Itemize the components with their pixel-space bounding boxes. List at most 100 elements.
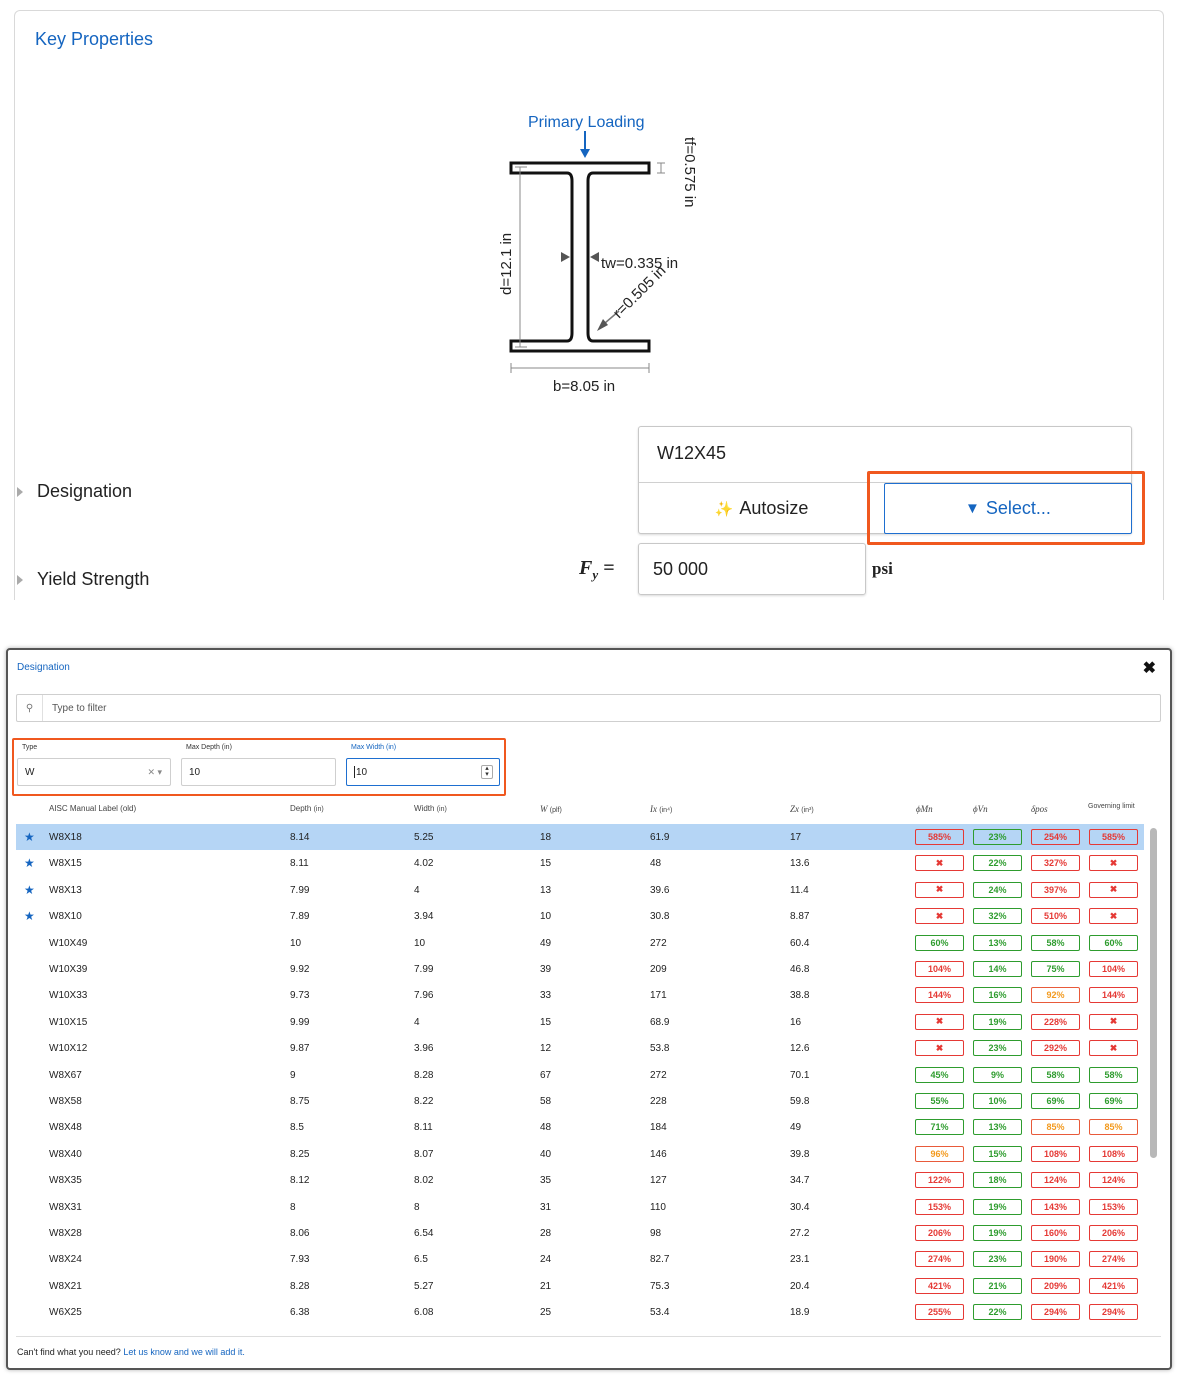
badge-gov: 153% bbox=[1089, 1198, 1138, 1215]
cell-label: W8X31 bbox=[49, 1201, 82, 1213]
table-row[interactable]: W6X25 6.38 6.08 25 53.4 18.9 255% 22% 294% 294% bbox=[16, 1299, 1144, 1324]
table-row[interactable]: W8X40 8.25 8.07 40 146 39.8 96% 15% 108% 108% bbox=[16, 1141, 1144, 1167]
col-header-width[interactable]: Width (in) bbox=[414, 804, 447, 813]
table-row[interactable]: W10X39 9.92 7.99 39 209 46.8 104% 14% 75% 104% bbox=[16, 956, 1144, 982]
table-row[interactable]: W8X31 8 8 31 110 30.4 153% 19% 143% 153% bbox=[16, 1194, 1144, 1220]
cell-ix: 171 bbox=[650, 990, 667, 1002]
badge-gov: 144% bbox=[1089, 987, 1138, 1004]
badge-vn: 19% bbox=[973, 1225, 1022, 1241]
type-filter-label: Type bbox=[22, 744, 38, 751]
table-row[interactable]: W8X28 8.06 6.54 28 98 27.2 206% 19% 160% 206% bbox=[16, 1220, 1144, 1246]
cell-zx: 59.8 bbox=[790, 1096, 810, 1107]
add-section-link[interactable]: Let us know and we will add it. bbox=[123, 1347, 245, 1357]
designation-row-toggle[interactable]: Designation bbox=[15, 481, 132, 502]
star-icon[interactable]: ★ bbox=[24, 909, 35, 923]
badge-mn: 122% bbox=[915, 1172, 964, 1189]
badge-mn: ✖ bbox=[915, 1040, 964, 1057]
col-header-ix[interactable]: Ix (in⁴) bbox=[650, 804, 672, 814]
scrollbar[interactable] bbox=[1150, 828, 1157, 1158]
badge-vn: 23% bbox=[973, 1040, 1022, 1057]
col-header-vn[interactable]: ϕVn bbox=[973, 804, 988, 814]
col-header-dpos[interactable]: δpos bbox=[1031, 804, 1048, 814]
star-icon[interactable]: ★ bbox=[24, 883, 35, 897]
table-row[interactable]: ★ W8X15 8.11 4.02 15 48 13.6 ✖ 22% 327% ✖ bbox=[16, 850, 1144, 876]
col-header-mn[interactable]: ϕMn bbox=[916, 804, 933, 814]
cell-zx: 11.4 bbox=[790, 884, 809, 896]
table-row[interactable]: ★ W8X10 7.89 3.94 10 30.8 8.87 ✖ 32% 510% ✖ bbox=[16, 903, 1144, 929]
yield-strength-row-toggle[interactable]: Yield Strength bbox=[15, 569, 149, 590]
cell-depth: 6.38 bbox=[290, 1307, 310, 1319]
badge-mn: 144% bbox=[915, 987, 964, 1004]
cell-w: 33 bbox=[540, 990, 552, 1002]
cell-label: W8X13 bbox=[49, 884, 82, 896]
cell-w: 39 bbox=[540, 964, 552, 975]
autosize-button[interactable]: ✨ Autosize bbox=[639, 483, 884, 534]
modal-title: Designation bbox=[17, 662, 70, 673]
cell-w: 40 bbox=[540, 1148, 552, 1160]
cell-ix: 98 bbox=[650, 1228, 662, 1239]
cell-zx: 38.8 bbox=[790, 990, 810, 1002]
badge-mn: 55% bbox=[915, 1093, 964, 1109]
cell-ix: 30.8 bbox=[650, 911, 670, 923]
type-filter-select[interactable]: W ✕ ▾ bbox=[17, 758, 171, 786]
badge-gov: 585% bbox=[1089, 829, 1138, 845]
clear-dropdown-icon[interactable]: ✕ ▾ bbox=[147, 767, 162, 778]
col-header-weight[interactable]: W (plf) bbox=[540, 804, 562, 814]
table-row[interactable]: W10X49 10 10 49 272 60.4 60% 13% 58% 60% bbox=[16, 930, 1144, 956]
col-header-governing[interactable]: Governing limit bbox=[1088, 803, 1138, 811]
badge-dp: 85% bbox=[1031, 1119, 1080, 1136]
max-width-input[interactable]: 10 ▴ ▾ bbox=[346, 758, 500, 786]
badge-vn: 13% bbox=[973, 934, 1022, 951]
filter-search-box[interactable]: ⚲ Type to filter bbox=[16, 694, 1161, 722]
filter-icon: ▼ bbox=[965, 500, 980, 517]
select-button[interactable]: ▼ Select... bbox=[884, 483, 1132, 534]
cell-width: 8 bbox=[414, 1201, 420, 1213]
star-icon[interactable]: ★ bbox=[24, 830, 35, 844]
badge-gov: ✖ bbox=[1089, 908, 1138, 925]
cell-w: 31 bbox=[540, 1201, 552, 1213]
tw-arrow-right bbox=[590, 252, 599, 262]
close-icon[interactable]: ✖ bbox=[1143, 658, 1156, 678]
cell-width: 4 bbox=[414, 884, 420, 896]
tw-label: tw=0.335 in bbox=[601, 255, 678, 272]
cell-label: W6X25 bbox=[49, 1307, 82, 1319]
max-depth-input[interactable]: 10 bbox=[181, 758, 336, 786]
table-row[interactable]: W8X58 8.75 8.22 58 228 59.8 55% 10% 69% 69% bbox=[16, 1088, 1144, 1114]
badge-dp: 209% bbox=[1031, 1277, 1080, 1294]
designation-value[interactable]: W12X45 bbox=[657, 443, 726, 464]
cell-ix: 127 bbox=[650, 1175, 667, 1187]
table-row[interactable]: W8X67 9 8.28 67 272 70.1 45% 9% 58% 58% bbox=[16, 1062, 1144, 1088]
table-row[interactable]: W8X48 8.5 8.11 48 184 49 71% 13% 85% 85% bbox=[16, 1114, 1144, 1140]
star-icon[interactable]: ★ bbox=[24, 856, 35, 870]
badge-dp: 327% bbox=[1031, 855, 1080, 872]
depth-label: d=12.1 in bbox=[498, 233, 515, 295]
col-header-depth[interactable]: Depth (in) bbox=[290, 804, 324, 813]
table-row[interactable]: W10X12 9.87 3.96 12 53.8 12.6 ✖ 23% 292% ✖ bbox=[16, 1035, 1144, 1061]
table-row[interactable]: W8X35 8.12 8.02 35 127 34.7 122% 18% 124% 124% bbox=[16, 1167, 1144, 1193]
table-row[interactable]: ★ W8X18 8.14 5.25 18 61.9 17 585% 23% 254% 585% bbox=[16, 824, 1144, 851]
cell-label: W8X21 bbox=[49, 1280, 82, 1292]
badge-mn: 206% bbox=[915, 1225, 964, 1241]
col-header-label[interactable]: AISC Manual Label (old) bbox=[49, 804, 136, 813]
badge-gov: ✖ bbox=[1089, 855, 1138, 872]
table-row[interactable]: W8X24 7.93 6.5 24 82.7 23.1 274% 23% 190% 274% bbox=[16, 1246, 1144, 1272]
table-row[interactable]: ★ W8X13 7.99 4 13 39.6 11.4 ✖ 24% 397% ✖ bbox=[16, 877, 1144, 903]
table-row[interactable]: W10X15 9.99 4 15 68.9 16 ✖ 19% 228% ✖ bbox=[16, 1009, 1144, 1035]
table-row[interactable]: W8X21 8.28 5.27 21 75.3 20.4 421% 21% 209% 421% bbox=[16, 1273, 1144, 1299]
col-header-zx[interactable]: Zx (in³) bbox=[790, 804, 814, 814]
cell-width: 7.99 bbox=[414, 964, 434, 975]
load-arrow-head bbox=[580, 149, 590, 158]
cell-depth: 9 bbox=[290, 1069, 296, 1081]
cell-depth: 8.5 bbox=[290, 1122, 304, 1134]
cell-depth: 8.75 bbox=[290, 1096, 310, 1107]
designation-table: ★ W8X18 8.14 5.25 18 61.9 17 585% 23% 254% 585% ★ W8… bbox=[16, 824, 1154, 1324]
cell-w: 25 bbox=[540, 1307, 552, 1319]
badge-mn: 585% bbox=[915, 829, 964, 845]
table-row[interactable]: W10X33 9.73 7.96 33 171 38.8 144% 16% 92% 144% bbox=[16, 982, 1144, 1008]
yield-strength-input[interactable]: 50 000 bbox=[638, 543, 866, 595]
cell-w: 67 bbox=[540, 1069, 552, 1081]
badge-vn: 16% bbox=[973, 987, 1022, 1004]
max-depth-label: Max Depth (in) bbox=[186, 744, 232, 751]
stepper-icon[interactable]: ▴ ▾ bbox=[481, 765, 493, 779]
cell-ix: 209 bbox=[650, 964, 667, 975]
